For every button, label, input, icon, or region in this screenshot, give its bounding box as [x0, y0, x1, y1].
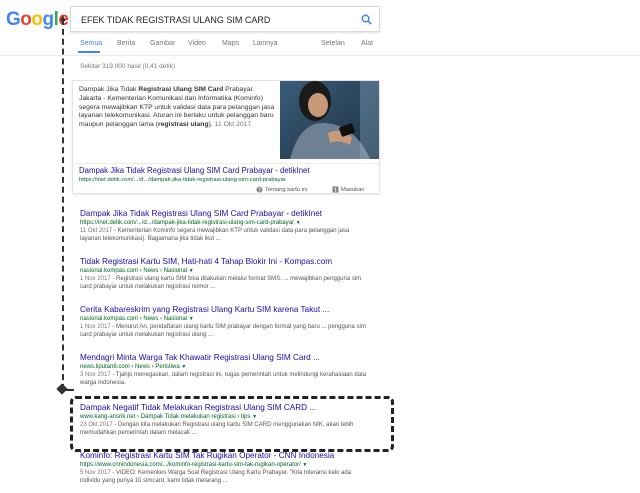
snippet-text: Dampak Jika Tidak Registrasi Ulang SIM C…	[79, 86, 275, 129]
search-result: Mendagri Minta Warga Tak Khawatir Regist…	[80, 352, 370, 387]
result-snippet: 11 Okt 2017 - Kementerian Kominfo segera…	[80, 228, 350, 242]
search-box[interactable]	[70, 6, 380, 32]
feedback-icon	[332, 186, 339, 193]
result-url[interactable]: news.liputan6.com › News › Peristiwa ▼	[80, 363, 370, 371]
tab-maps[interactable]: Maps	[222, 40, 239, 47]
logo-letter: o	[31, 9, 43, 30]
snippet-divider	[73, 163, 379, 164]
tab-news[interactable]: Berita	[117, 40, 135, 47]
snippet-image[interactable]	[280, 81, 379, 159]
result-title-link[interactable]: Mendagri Minta Warga Tak Khawatir Regist…	[80, 352, 370, 363]
snippet-url[interactable]: https://inet.detik.com/.../d.../dampak-j…	[79, 177, 286, 183]
tab-more[interactable]: Lainnya	[253, 40, 278, 47]
search-result: Dampak Jika Tidak Registrasi Ulang SIM C…	[80, 208, 370, 243]
result-snippet: 5 Nov 2017 - VIDEO: Kemenkes Warga Soal …	[80, 470, 352, 484]
result-title-link[interactable]: Dampak Jika Tidak Registrasi Ulang SIM C…	[80, 208, 370, 219]
tab-video[interactable]: Video	[188, 40, 206, 47]
caret-down-icon[interactable]: ▼	[302, 462, 307, 468]
result-url[interactable]: nasional.kompas.com › News › Nasional ▼	[80, 315, 370, 323]
search-icon	[361, 14, 372, 25]
annotation-arrow-up-icon: ▲	[58, 13, 68, 24]
result-title-link[interactable]: Cerita Kabareskrim yang Registrasi Ulang…	[80, 304, 370, 315]
annotation-connector	[62, 389, 74, 391]
annotation-dashed-line	[62, 19, 64, 390]
woman-with-phone-photo	[280, 81, 379, 159]
annotation-highlight-box	[70, 396, 394, 452]
active-tab-indicator	[78, 51, 100, 53]
caret-down-icon[interactable]: ▼	[189, 316, 194, 322]
caret-down-icon[interactable]: ▼	[189, 268, 194, 274]
search-result: Kominfo: Registrasi Kartu SIM Tak Rugika…	[80, 450, 370, 485]
result-url[interactable]: https://inet.detik.com/.../d.../dampak-j…	[80, 219, 370, 227]
result-stats: Sekitar 319.000 hasil (0,41 detik)	[80, 63, 176, 70]
tab-images[interactable]: Gambar	[150, 40, 175, 47]
about-card-link[interactable]: ? Tentang kartu ini	[256, 186, 308, 193]
tabs-divider	[0, 55, 640, 56]
svg-text:?: ?	[258, 187, 261, 193]
logo-letter: o	[20, 9, 32, 30]
search-button[interactable]	[353, 7, 379, 31]
result-snippet: 1 Nov 2017 - Registrasi ulang kartu SIM …	[80, 276, 362, 290]
result-url[interactable]: nasional.kompas.com › News › Nasional ▼	[80, 267, 370, 275]
featured-snippet: Dampak Jika Tidak Registrasi Ulang SIM C…	[72, 80, 380, 194]
search-result: Cerita Kabareskrim yang Registrasi Ulang…	[80, 304, 370, 339]
snippet-title-link[interactable]: Dampak Jika Tidak Registrasi Ulang SIM C…	[79, 166, 310, 175]
result-url[interactable]: https://www.cnnindonesia.com/.../kominfo…	[80, 461, 370, 469]
help-icon: ?	[256, 186, 263, 193]
caret-down-icon[interactable]: ▼	[296, 220, 301, 226]
result-title-link[interactable]: Tidak Registrasi Kartu SIM, Hati-hati 4 …	[80, 256, 370, 267]
result-snippet: 1 Nov 2017 - Menurut Ari, pendaftaran ul…	[80, 324, 366, 338]
tab-all[interactable]: Semua	[80, 40, 102, 47]
logo-letter: G	[6, 9, 21, 30]
logo-letter: g	[42, 9, 55, 30]
settings-link[interactable]: Setelan	[321, 40, 345, 47]
search-input[interactable]	[79, 9, 353, 31]
caret-down-icon[interactable]: ▼	[181, 364, 186, 370]
search-result: Tidak Registrasi Kartu SIM, Hati-hati 4 …	[80, 256, 370, 291]
feedback-link[interactable]: Masukan	[332, 186, 365, 193]
tools-link[interactable]: Alat	[361, 40, 373, 47]
result-snippet: 3 Nov 2017 - Tjahjo menegaskan, dalam re…	[80, 372, 367, 386]
